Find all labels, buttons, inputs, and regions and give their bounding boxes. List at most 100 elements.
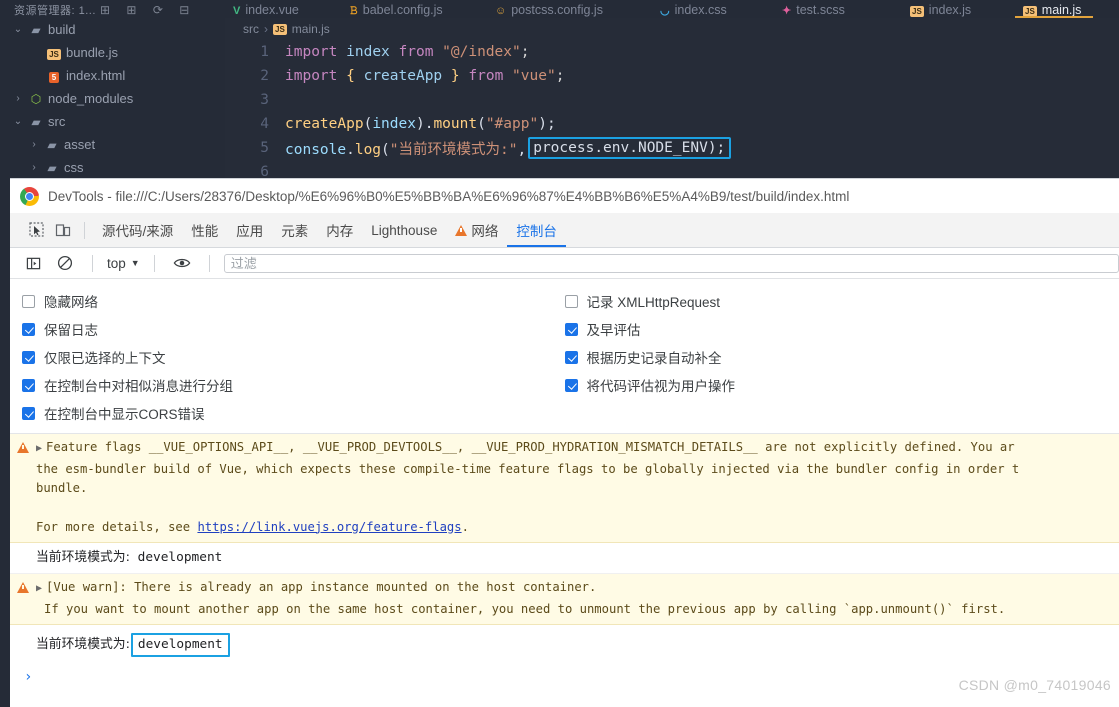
collapse-icon[interactable]: ⊟ (179, 3, 189, 17)
warning2-line-2: If you want to mount another app on the … (44, 601, 1006, 616)
chevron-right-icon[interactable]: › (26, 162, 42, 173)
line-number: 4 (260, 116, 269, 132)
chevron-right-icon[interactable]: › (26, 139, 42, 150)
feature-flags-link[interactable]: https://link.vuejs.org/feature-flags (197, 520, 461, 534)
breadcrumb-file[interactable]: main.js (292, 22, 330, 36)
tree-item-index-html[interactable]: 5 index.html (0, 64, 225, 87)
console-log-message-1[interactable]: 当前环境模式为: development (10, 543, 1119, 574)
tree-item-label: src (48, 114, 66, 129)
console-log-message-2[interactable]: 当前环境模式为: development (10, 625, 1119, 662)
editor-tab-main-js[interactable]: JS main.js (1014, 0, 1094, 18)
code-line-5: 5 console.log("当前环境模式为:", process.env.NOD… (225, 136, 1119, 160)
console-filter-input[interactable] (223, 253, 1119, 273)
tree-item-asset[interactable]: › ▰ asset (0, 133, 225, 156)
tab-console[interactable]: 控制台 (507, 214, 566, 247)
editor-tab-postcss-config[interactable]: ☺ postcss.config.js (495, 0, 603, 18)
console-warning-message-1[interactable]: ▶ Feature flags __VUE_OPTIONS_API__, __VU… (10, 434, 1119, 543)
warning-line-4-post: . (461, 519, 469, 534)
inspect-element-icon[interactable] (24, 217, 50, 243)
expand-arrow-icon[interactable]: ▶ (36, 443, 42, 454)
console-sidebar-toggle-icon[interactable] (20, 250, 46, 276)
tree-item-label: asset (64, 137, 96, 152)
new-folder-icon[interactable]: ⊞ (126, 3, 136, 17)
option-label: 及早评估 (586, 323, 641, 338)
tab-network[interactable]: 网络 (446, 214, 507, 247)
tab-label: Lighthouse (371, 222, 438, 238)
tree-item-node-modules[interactable]: › ⬡ node_modules (0, 87, 225, 110)
settings-column-right: 记录 XMLHttpRequest 及早评估 根据历史记录自动补全 将代码评估视… (10, 287, 735, 427)
live-expression-eye-icon[interactable] (169, 250, 195, 276)
tab-elements[interactable]: 元素 (272, 214, 317, 247)
editor-tab-label: index.css (674, 3, 727, 17)
checkbox[interactable] (22, 322, 35, 336)
device-toolbar-icon[interactable] (50, 217, 76, 243)
checkbox[interactable] (564, 322, 578, 336)
editor-tab-label: test.scss (796, 3, 845, 17)
checkbox[interactable] (22, 406, 35, 420)
line-number: 2 (260, 68, 269, 84)
refresh-icon[interactable]: ⟳ (153, 3, 163, 17)
editor-tab-index-js[interactable]: JS index.js (910, 0, 971, 18)
code-line-4: 4 createApp(index).mount("#app"); (225, 112, 1119, 136)
console-warning-message-2[interactable]: ▶ [Vue warn]: There is already an app ins… (10, 574, 1119, 625)
devtools-window-title: DevTools - file:///C:/Users/28376/Deskto… (48, 188, 850, 204)
warning-icon (455, 224, 468, 236)
editor-tab-index-css[interactable]: ◡ index.css (660, 0, 727, 18)
code-line-1: 1 import index from "@/index"; (225, 40, 1119, 64)
explorer-action-icons[interactable]: ⊞ ⊞ ⟳ ⊟ (100, 0, 202, 18)
tab-label: 源代码/来源 (102, 224, 174, 239)
expand-arrow-icon[interactable]: ▶ (36, 583, 42, 594)
code-text: console.log("当前环境模式为:", (285, 141, 527, 158)
warning-icon (10, 438, 36, 460)
watermark: CSDN @m0_74019046 (958, 677, 1111, 693)
editor-tab-test-scss[interactable]: ✦ test.scss (782, 0, 845, 18)
warning-line-1: Feature flags __VUE_OPTIONS_API__, __VUE… (46, 440, 1015, 454)
breadcrumb-src[interactable]: src (243, 22, 259, 36)
console-prompt[interactable]: › (10, 662, 1119, 692)
folder-icon: ▰ (31, 22, 41, 37)
tree-item-bundle-js[interactable]: JS bundle.js (0, 41, 225, 64)
warning2-line-1: [Vue warn]: There is already an app inst… (46, 580, 597, 594)
checkbox[interactable] (564, 350, 578, 364)
checkbox[interactable] (564, 294, 578, 308)
chevron-down-icon[interactable]: ⌄ (10, 116, 26, 127)
tree-item-build[interactable]: ⌄ ▰ build (0, 18, 225, 41)
execution-context-select[interactable]: top ▼ (107, 256, 140, 271)
editor-tabstrip: 资源管理器: 1... ⊞ ⊞ ⟳ ⊟ Vindex.vue 𝙱babel.co… (0, 0, 1119, 18)
tab-memory[interactable]: 内存 (317, 214, 362, 247)
code-line-3: 3 (225, 88, 1119, 112)
tab-label: 内存 (326, 224, 354, 239)
tab-performance[interactable]: 性能 (182, 214, 227, 247)
new-file-icon[interactable]: ⊞ (100, 3, 110, 17)
checkbox[interactable] (22, 378, 35, 392)
chevron-right-icon[interactable]: › (10, 93, 26, 104)
tree-item-label: build (48, 22, 76, 37)
divider (153, 254, 155, 272)
divider (92, 254, 93, 272)
tab-lighthouse[interactable]: Lighthouse (362, 214, 446, 247)
devtools-tabbar: 源代码/来源 性能 应用 元素 内存 Lighthouse 网络 控制台 (10, 213, 1119, 248)
tab-sources[interactable]: 源代码/来源 (93, 214, 182, 247)
checkbox[interactable] (22, 350, 35, 364)
chevron-down-icon[interactable]: ⌄ (10, 24, 26, 35)
code-text: import { createApp } from "vue"; (285, 68, 565, 84)
tab-label: 应用 (236, 224, 264, 239)
checkbox[interactable] (564, 378, 578, 392)
editor-tab-index-vue[interactable]: Vindex.vue (233, 0, 299, 18)
vue-icon: V (233, 5, 241, 17)
warning-line-4: For more details, see https://link.vuejs… (36, 518, 469, 538)
option-label: 记录 XMLHttpRequest (586, 295, 721, 310)
editor-tab-babel-config[interactable]: 𝙱babel.config.js (350, 0, 443, 18)
tab-application[interactable]: 应用 (227, 214, 272, 247)
clear-console-icon[interactable] (52, 250, 78, 276)
log-label: 当前环境模式为: (36, 550, 130, 565)
warning-icon (10, 578, 36, 600)
editor-left-strip (0, 178, 10, 707)
tree-item-css[interactable]: › ▰ css (0, 156, 225, 179)
tree-item-src[interactable]: ⌄ ▰ src (0, 110, 225, 133)
devtools-titlebar: DevTools - file:///C:/Users/28376/Deskto… (10, 179, 1119, 213)
console-log-list: ▶ Feature flags __VUE_OPTIONS_API__, __VU… (10, 434, 1119, 692)
folder-icon: ▰ (47, 137, 57, 152)
